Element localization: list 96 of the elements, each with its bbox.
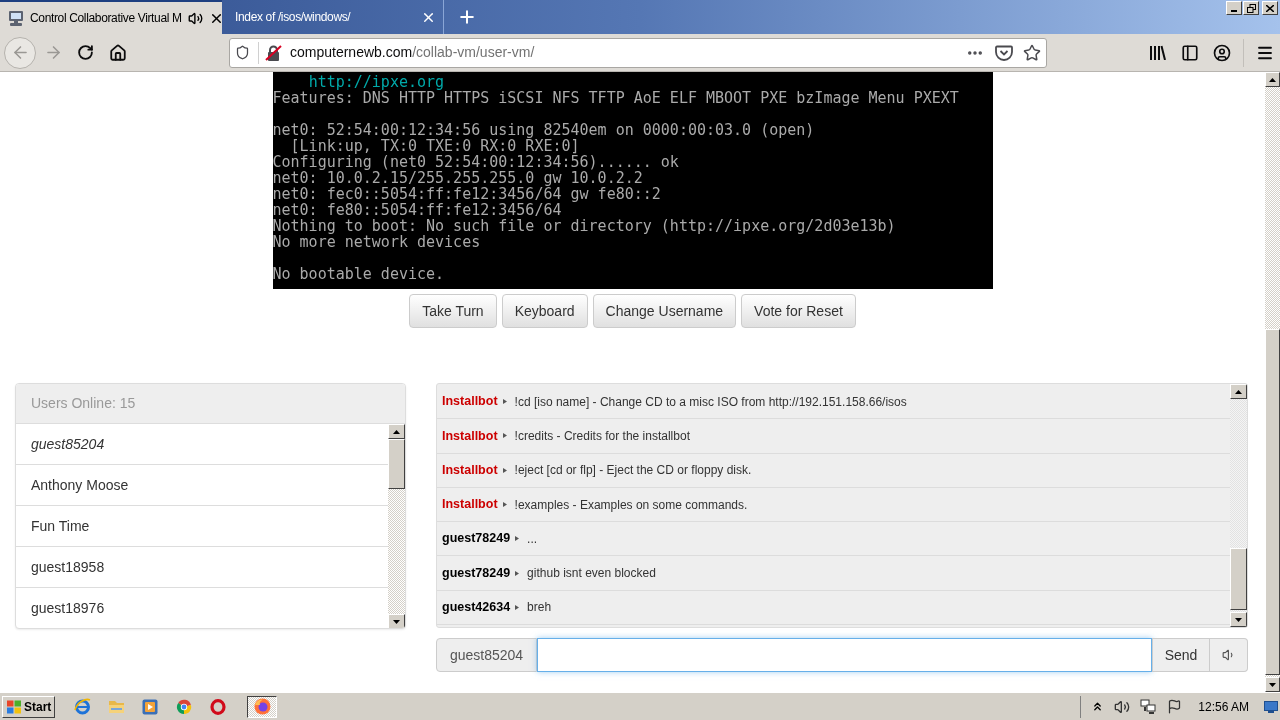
chat-username[interactable]: guest78249 bbox=[442, 529, 511, 549]
ring-icon bbox=[210, 698, 226, 715]
terminal-line: Configuring (net0 52:54:00:12:34:56)...... ok bbox=[272, 154, 679, 170]
caret-right-icon bbox=[502, 433, 507, 439]
chat-username[interactable]: Installbot bbox=[442, 495, 498, 514]
crossed-lock-icon[interactable] bbox=[265, 44, 282, 61]
vm-control-button[interactable]: Keyboard bbox=[501, 294, 588, 328]
chat-message: ... bbox=[527, 530, 538, 548]
speaker-icon[interactable] bbox=[187, 10, 203, 26]
terminal-line: net0: fe80::5054:ff:fe12:3456/64 bbox=[272, 202, 562, 218]
segmented-circle-icon bbox=[176, 698, 192, 715]
library-icon[interactable] bbox=[1149, 45, 1166, 60]
speaker-icon[interactable] bbox=[1114, 698, 1131, 715]
close-button[interactable] bbox=[1262, 1, 1278, 15]
show-desktop-icon[interactable] bbox=[1264, 700, 1278, 713]
minimize-button[interactable] bbox=[1226, 1, 1242, 15]
caret-right-icon bbox=[502, 502, 507, 508]
network-icon[interactable] bbox=[1140, 698, 1158, 715]
user-item[interactable]: Fun Time bbox=[16, 506, 388, 547]
chat-message: !credits - Credits for the installbot bbox=[514, 427, 690, 445]
scroll-down-button[interactable] bbox=[1230, 612, 1247, 627]
terminal-line: net0: fec0::5054:ff:fe12:3456/64 gw fe80::2 bbox=[272, 186, 661, 202]
caret-right-icon bbox=[515, 536, 520, 542]
ringed-disc-icon bbox=[253, 698, 271, 715]
sidebar-icon[interactable] bbox=[1181, 43, 1199, 62]
start-button[interactable]: Start bbox=[2, 695, 55, 718]
play-icon bbox=[142, 698, 158, 715]
terminal-line: net0: 10.0.2.15/255.255.255.0 gw 10.0.2.2 bbox=[272, 170, 643, 186]
close-icon bbox=[1266, 4, 1274, 12]
vm-screen[interactable] bbox=[272, 72, 993, 289]
scroll-up-button[interactable] bbox=[1265, 72, 1280, 87]
caret-right-icon bbox=[515, 570, 520, 576]
up-arrow-icon bbox=[1235, 389, 1242, 394]
up-arrow-icon bbox=[393, 429, 400, 434]
vm-control-button[interactable]: Change Username bbox=[592, 294, 737, 328]
vm-control-button[interactable]: Vote for Reset bbox=[741, 294, 856, 328]
down-arrow-icon bbox=[1235, 617, 1242, 622]
terminal-line: [Link:up, TX:0 TXE:0 RX:0 RXE:0] bbox=[290, 138, 580, 154]
address-bar[interactable]: computernewb.com/collab-vm/user-vm/ bbox=[229, 37, 1047, 68]
flag-icon[interactable] bbox=[1167, 699, 1183, 714]
message-input[interactable] bbox=[537, 638, 1152, 672]
down-arrow-icon bbox=[1269, 682, 1276, 687]
scrollbar-thumb[interactable] bbox=[388, 439, 405, 489]
chat-username[interactable]: Installbot bbox=[442, 392, 498, 411]
e-logo-icon bbox=[73, 698, 91, 715]
url-text[interactable]: computernewb.com/collab-vm/user-vm/ bbox=[290, 42, 535, 63]
scroll-down-button[interactable] bbox=[388, 614, 405, 628]
chat-username[interactable]: Installbot bbox=[442, 460, 498, 480]
browser-tab[interactable]: Control Collaborative Virtual M bbox=[0, 0, 222, 34]
clock[interactable]: 12:56 AM bbox=[1198, 697, 1249, 716]
taskbar-app-button[interactable] bbox=[247, 695, 277, 718]
scroll-up-button[interactable] bbox=[1230, 384, 1247, 399]
chat-message: !examples - Examples on some commands. bbox=[514, 496, 748, 514]
account-icon[interactable] bbox=[1213, 43, 1231, 62]
terminal-line: Nothing to boot: No such file or directory (http://ipxe.org/2d03e13b) bbox=[272, 218, 896, 234]
terminal-line: http://ipxe.org bbox=[308, 74, 445, 90]
home-icon[interactable] bbox=[109, 43, 127, 62]
caret-right-icon bbox=[515, 604, 520, 610]
terminal-line: No bootable device. bbox=[272, 266, 445, 282]
computer-icon bbox=[8, 10, 24, 26]
users-header: Users Online: 15 bbox=[16, 384, 405, 424]
scrollbar-thumb[interactable] bbox=[1265, 329, 1280, 675]
scroll-down-button[interactable] bbox=[1265, 677, 1280, 692]
folder-icon bbox=[107, 699, 125, 714]
user-item[interactable]: guest18958 bbox=[16, 547, 388, 588]
terminal-line: Features: DNS HTTP HTTPS iSCSI NFS TFTP AoE ELF MBOOT PXE bzImage Menu PXEXT bbox=[272, 90, 959, 106]
down-arrow-icon bbox=[393, 619, 400, 624]
username-label: guest85204 bbox=[436, 638, 537, 672]
chat-message: !cd [iso name] - Change CD to a misc ISO from http://192.151.158.66/isos bbox=[514, 393, 907, 411]
caret-right-icon bbox=[502, 467, 507, 473]
shield-icon[interactable] bbox=[235, 45, 250, 60]
sound-button[interactable] bbox=[1210, 638, 1248, 672]
scroll-up-button[interactable] bbox=[388, 424, 405, 439]
terminal-line: No more network devices bbox=[272, 234, 481, 250]
restore-icon bbox=[1246, 3, 1256, 13]
user-item[interactable]: guest85204 bbox=[16, 424, 388, 465]
chat-message: github isnt even blocked bbox=[527, 565, 656, 583]
vm-control-button[interactable]: Take Turn bbox=[409, 294, 497, 328]
four-squares-icon bbox=[6, 699, 22, 714]
chat-username[interactable]: Installbot bbox=[442, 426, 498, 446]
minimize-icon bbox=[1231, 10, 1237, 12]
pocket-icon[interactable] bbox=[995, 44, 1013, 61]
bookmark-star-icon[interactable] bbox=[1023, 43, 1041, 62]
chat-username[interactable]: guest42634 bbox=[442, 598, 511, 617]
reload-icon[interactable] bbox=[77, 44, 94, 61]
send-button[interactable]: Send bbox=[1152, 638, 1210, 672]
terminal-line: net0: 52:54:00:12:34:56 using 82540em on 0000:00:03.0 (open) bbox=[272, 122, 815, 138]
new-tab-icon[interactable] bbox=[457, 7, 477, 27]
restore-button[interactable] bbox=[1243, 1, 1259, 15]
user-item[interactable]: Anthony Moose bbox=[16, 465, 388, 506]
chat-message: !eject [cd or flp] - Eject the CD or floppy disk. bbox=[514, 462, 752, 480]
scrollbar-thumb[interactable] bbox=[1230, 548, 1247, 610]
chat-username[interactable]: guest78249 bbox=[442, 563, 511, 583]
caret-right-icon bbox=[502, 399, 507, 405]
up-arrow-icon bbox=[1269, 77, 1276, 82]
chat-message: breh bbox=[527, 599, 552, 617]
